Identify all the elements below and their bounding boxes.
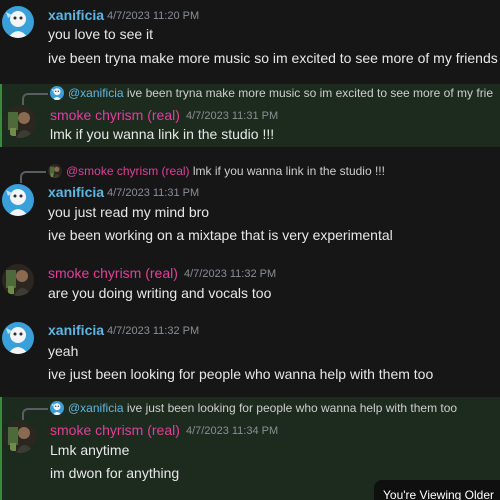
message-text: you love to see it bbox=[48, 26, 154, 42]
reply-snippet: ive just been looking for people who wan… bbox=[126, 401, 458, 415]
reply-snippet: lmk if you wanna link in the studio !!! bbox=[192, 164, 385, 178]
viewing-older-banner[interactable]: You're Viewing Older bbox=[374, 480, 500, 500]
avatar-xanificia[interactable] bbox=[2, 322, 34, 354]
reply-text: @xanificia ive been tryna make more musi… bbox=[68, 86, 493, 100]
message-timestamp: 4/7/2023 11:31 PM bbox=[186, 110, 279, 122]
message-timestamp: 4/7/2023 11:32 PM bbox=[107, 325, 200, 337]
message-text: you just read my mind bro bbox=[48, 204, 210, 220]
reply-mention[interactable]: @smoke chyrism (real) bbox=[66, 164, 190, 178]
author-name[interactable]: xanificia bbox=[48, 322, 104, 338]
message-group: @smoke chyrism (real) lmk if you wanna l… bbox=[0, 162, 500, 250]
reply-preview[interactable]: @xanificia ive been tryna make more musi… bbox=[2, 84, 500, 105]
author-name[interactable]: xanificia bbox=[48, 7, 104, 23]
avatar-xanificia[interactable] bbox=[2, 184, 34, 216]
message-group: smoke chyrism (real) 4/7/2023 11:32 PM a… bbox=[0, 258, 500, 308]
reply-avatar bbox=[50, 401, 64, 415]
message-timestamp: 4/7/2023 11:34 PM bbox=[186, 425, 279, 437]
message-group-mention: @xanificia ive been tryna make more musi… bbox=[0, 84, 500, 147]
author-name[interactable]: xanificia bbox=[48, 184, 104, 200]
author-name[interactable]: smoke chyrism (real) bbox=[48, 265, 178, 281]
message-timestamp: 4/7/2023 11:20 PM bbox=[107, 10, 200, 22]
reply-text: @xanificia ive just been looking for peo… bbox=[68, 401, 457, 415]
message-text: ive just been looking for people who wan… bbox=[48, 366, 434, 382]
author-name[interactable]: smoke chyrism (real) bbox=[50, 422, 180, 438]
message-text: yeah bbox=[48, 343, 79, 359]
message-text: im dwon for anything bbox=[50, 465, 180, 481]
message-text: lmk if you wanna link in the studio !!! bbox=[50, 126, 275, 142]
reply-avatar bbox=[48, 164, 62, 178]
reply-spine bbox=[20, 171, 46, 183]
message-group: xanificia 4/7/2023 11:20 PM you love to … bbox=[0, 0, 500, 80]
message-text: are you doing writing and vocals too bbox=[48, 285, 272, 301]
reply-spine bbox=[22, 93, 48, 105]
message-text: Lmk anytime bbox=[50, 442, 130, 458]
chat-log[interactable]: xanificia 4/7/2023 11:20 PM you love to … bbox=[0, 0, 500, 500]
reply-preview[interactable]: @xanificia ive just been looking for peo… bbox=[2, 399, 500, 420]
avatar-smoke[interactable] bbox=[4, 421, 36, 453]
avatar-xanificia[interactable] bbox=[2, 6, 34, 38]
reply-preview[interactable]: @smoke chyrism (real) lmk if you wanna l… bbox=[0, 162, 500, 183]
reply-spine bbox=[22, 408, 48, 420]
avatar-smoke[interactable] bbox=[4, 106, 36, 138]
message-text: ive been working on a mixtape that is ve… bbox=[48, 227, 393, 243]
avatar-smoke[interactable] bbox=[2, 264, 34, 296]
message-timestamp: 4/7/2023 11:32 PM bbox=[184, 268, 277, 280]
reply-mention[interactable]: @xanificia bbox=[68, 401, 124, 415]
message-text: ive been tryna make more music so im exc… bbox=[48, 50, 498, 66]
author-name[interactable]: smoke chyrism (real) bbox=[50, 107, 180, 123]
message-timestamp: 4/7/2023 11:31 PM bbox=[107, 187, 200, 199]
reply-text: @smoke chyrism (real) lmk if you wanna l… bbox=[66, 164, 385, 178]
reply-snippet: ive been tryna make more music so im exc… bbox=[126, 86, 494, 100]
reply-avatar bbox=[50, 86, 64, 100]
message-group: xanificia 4/7/2023 11:32 PM yeah ive jus… bbox=[0, 316, 500, 386]
reply-mention[interactable]: @xanificia bbox=[68, 86, 124, 100]
